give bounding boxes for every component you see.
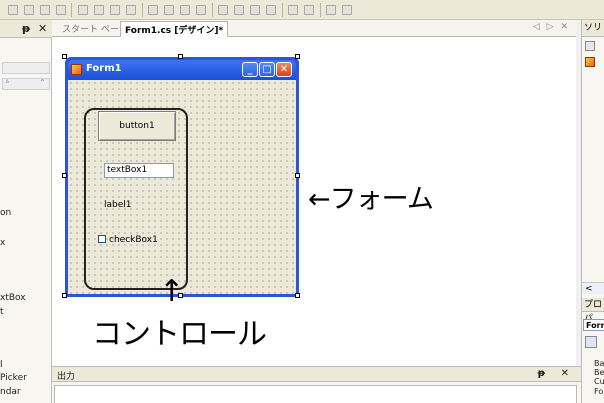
minimize-button[interactable]: _	[242, 62, 258, 77]
property-row[interactable]: Cu	[594, 377, 604, 386]
form-title: Form1	[86, 63, 122, 74]
checkbox1-label: checkBox1	[109, 235, 158, 245]
property-row[interactable]: Ba	[594, 359, 604, 368]
collapse-icon[interactable]: ⌃	[39, 78, 46, 87]
pin-icon[interactable]: ᵽ	[22, 22, 30, 35]
property-row[interactable]: Be	[594, 368, 604, 377]
resize-handle-tr[interactable]	[295, 54, 300, 59]
toolbox-item[interactable]: x	[0, 238, 5, 248]
resize-handle-br[interactable]	[295, 293, 300, 298]
spacing-icon-5[interactable]	[218, 5, 228, 15]
properties-header: プロパ	[582, 298, 604, 324]
main-toolbar	[0, 0, 604, 20]
spacing-icon-7[interactable]	[250, 5, 260, 15]
spacing-icon-2[interactable]	[164, 5, 174, 15]
align-icon-2[interactable]	[94, 5, 104, 15]
spacing-icon-6[interactable]	[234, 5, 244, 15]
horizontal-scrollbar[interactable]: <	[582, 282, 604, 294]
resize-handle-bl[interactable]	[62, 293, 67, 298]
properties-toolbar-icon[interactable]	[585, 41, 595, 51]
toolbar-separator	[320, 3, 321, 17]
maximize-icon: □	[262, 64, 272, 75]
align-icon-3[interactable]	[110, 5, 120, 15]
toolbar-separator	[212, 3, 213, 17]
solution-explorer-header: ソリュ	[582, 20, 604, 50]
output-title: 出力	[57, 372, 76, 382]
toolbar-separator	[282, 3, 283, 17]
output-text-area[interactable]	[54, 385, 577, 403]
button1-control[interactable]: button1	[98, 111, 176, 141]
toolbar-icon-3[interactable]	[40, 5, 50, 15]
toolbox-panel: ᵽ ✕ ᐞ ⌃ on x xtBox t l Picker ndar	[0, 20, 52, 403]
order-icon-1[interactable]	[326, 5, 336, 15]
project-icon	[585, 57, 595, 67]
checkbox-icon[interactable]	[98, 235, 106, 243]
tab-glyph-icon: ᐞ	[5, 78, 10, 87]
center-icon-1[interactable]	[288, 5, 298, 15]
resize-handle-ml[interactable]	[62, 173, 67, 178]
toolbar-icon-4[interactable]	[56, 5, 66, 15]
spacing-icon-1[interactable]	[148, 5, 158, 15]
toolbar-separator	[142, 3, 143, 17]
document-tabs: スタート ページ Form1.cs [デザイン]* ◁ ▷ ✕	[52, 20, 576, 37]
align-icon-4[interactable]	[126, 5, 136, 15]
toolbox-item[interactable]: on	[0, 208, 11, 218]
close-icon[interactable]: ✕	[38, 22, 47, 35]
label1-control[interactable]: label1	[104, 200, 132, 210]
spacing-icon-8[interactable]	[266, 5, 276, 15]
form-window[interactable]: Form1 _ □ ✕ button1 textBox1 label1 chec…	[65, 57, 299, 297]
toolbox-item[interactable]: t	[0, 307, 4, 317]
form-titlebar[interactable]: Form1 _ □ ✕	[68, 60, 296, 80]
toolbox-tab[interactable]	[2, 62, 50, 74]
solution-explorer-panel: ソリュ < プロパ Form Ba Be Cu Fo	[581, 20, 604, 403]
minimize-icon: _	[247, 64, 253, 75]
textbox1-control[interactable]: textBox1	[104, 163, 174, 178]
resize-handle-tl[interactable]	[62, 54, 67, 59]
categorized-icon[interactable]	[585, 336, 597, 348]
center-icon-2[interactable]	[304, 5, 314, 15]
form-app-icon	[71, 64, 82, 75]
output-header: 出力 ᵽ ✕	[52, 367, 581, 382]
up-arrow-icon: ↑	[159, 274, 185, 309]
design-canvas: Form1 _ □ ✕ button1 textBox1 label1 chec…	[52, 37, 576, 366]
order-icon-2[interactable]	[342, 5, 352, 15]
toolbox-item[interactable]: l	[0, 360, 3, 370]
output-window: 出力 ᵽ ✕	[52, 366, 581, 403]
property-row[interactable]: Fo	[594, 387, 603, 396]
toolbox-item[interactable]: Picker	[0, 373, 27, 383]
toolbar-icon-1[interactable]	[8, 5, 18, 15]
close-icon: ✕	[279, 64, 289, 75]
properties-object-select[interactable]: Form	[583, 319, 604, 331]
tab-nav-controls[interactable]: ◁ ▷ ✕	[533, 22, 570, 32]
tab-form-designer[interactable]: Form1.cs [デザイン]*	[120, 21, 229, 37]
toolbar-icon-2[interactable]	[24, 5, 34, 15]
tab-start-page[interactable]: スタート ページ	[62, 22, 128, 35]
maximize-button[interactable]: □	[259, 62, 275, 77]
toolbox-tab[interactable]: ᐞ ⌃	[2, 78, 50, 90]
toolbox-item[interactable]: xtBox	[0, 293, 26, 303]
close-button[interactable]: ✕	[276, 62, 292, 77]
output-controls[interactable]: ᵽ ✕	[538, 368, 575, 379]
checkbox1-control[interactable]: checkBox1	[98, 235, 158, 245]
toolbox-item[interactable]: ndar	[0, 387, 21, 397]
align-icon-1[interactable]	[78, 5, 88, 15]
resize-handle-tm[interactable]	[178, 54, 183, 59]
spacing-icon-3[interactable]	[180, 5, 190, 15]
form-client-area[interactable]: button1 textBox1 label1 checkBox1	[68, 80, 296, 294]
toolbox-header: ᵽ ✕	[0, 20, 52, 38]
control-annotation: コントロール	[92, 317, 267, 352]
form-annotation: ←フォーム	[308, 184, 434, 215]
resize-handle-mr[interactable]	[295, 173, 300, 178]
toolbar-separator	[71, 3, 72, 17]
spacing-icon-4[interactable]	[196, 5, 206, 15]
